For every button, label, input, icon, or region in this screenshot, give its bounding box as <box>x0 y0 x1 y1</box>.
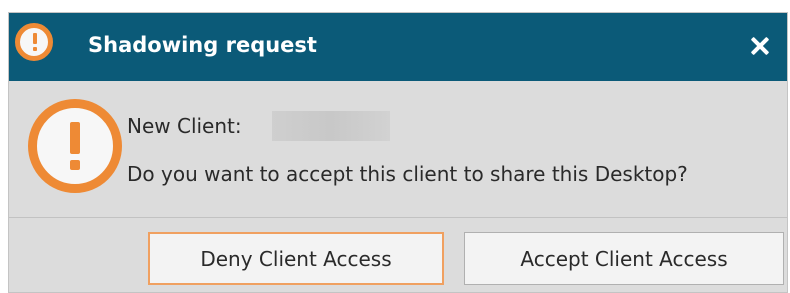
close-icon[interactable] <box>747 33 773 59</box>
dialog-title: Shadowing request <box>88 33 317 57</box>
dialog-titlebar: Shadowing request <box>9 13 787 81</box>
client-name-redacted <box>272 111 390 141</box>
warning-icon <box>15 23 53 61</box>
accept-client-access-button[interactable]: Accept Client Access <box>464 232 784 285</box>
question-text: Do you want to accept this client to sha… <box>127 162 688 186</box>
warning-icon <box>28 99 122 193</box>
separator <box>9 217 787 218</box>
shadowing-request-dialog: Shadowing request New Client: Do you wan… <box>8 12 788 293</box>
deny-client-access-button[interactable]: Deny Client Access <box>148 232 444 285</box>
new-client-label: New Client: <box>127 114 242 138</box>
